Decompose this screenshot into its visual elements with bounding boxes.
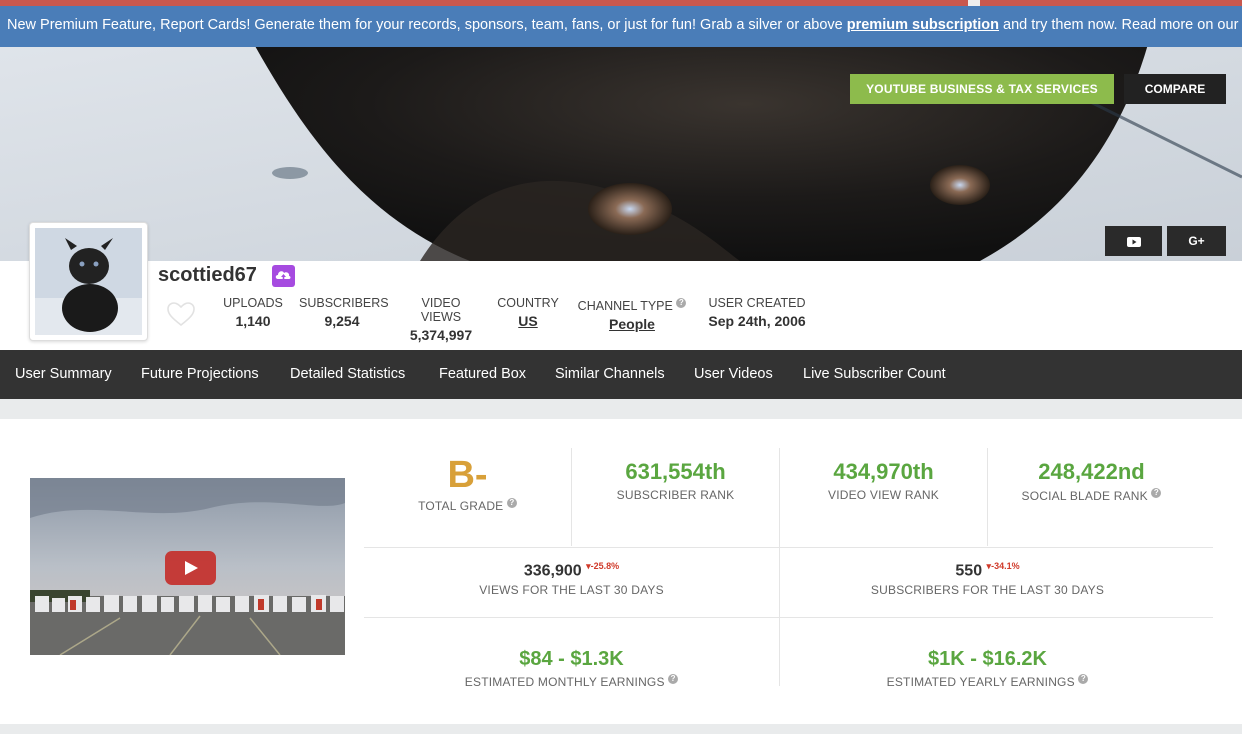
grade-value: B- (447, 454, 488, 496)
monthly-earnings-label: ESTIMATED MONTHLY EARNINGS (464, 675, 665, 689)
announcement-banner: New Premium Feature, Report Cards! Gener… (0, 6, 1242, 47)
compare-button[interactable]: COMPARE (1124, 74, 1226, 104)
estimated-monthly-earnings: $84 - $1.3K ESTIMATED MONTHLY EARNINGS ? (364, 648, 779, 689)
divider (364, 617, 1213, 618)
stat-label: VIDEO VIEWS (420, 296, 462, 324)
subscriber-rank: 631,554th SUBSCRIBER RANK (572, 459, 779, 502)
help-icon[interactable]: ? (676, 298, 687, 308)
help-icon[interactable]: ? (668, 674, 679, 684)
social-blade-rank: 248,422nd SOCIAL BLADE RANK ? (988, 459, 1195, 503)
help-icon[interactable]: ? (506, 498, 517, 508)
stat-value: Sep 24th, 2006 (708, 313, 806, 329)
subs-30-value: 550 (955, 562, 983, 580)
subs-30-change: -34.1% (991, 561, 1020, 571)
stat-label: COUNTRY (497, 296, 559, 310)
yearly-earnings-value: $1K - $16.2K (928, 648, 1047, 670)
heart-icon[interactable] (166, 300, 196, 328)
views-30-value: 336,900 (523, 562, 582, 580)
rank-label: SOCIAL BLADE RANK (1021, 489, 1148, 503)
video-view-rank: 434,970th VIDEO VIEW RANK (780, 459, 987, 502)
rank-value: 631,554th (625, 459, 726, 484)
stat-uploads: UPLOADS 1,140 (222, 296, 284, 329)
nav-detailed-statistics[interactable]: Detailed Statistics (290, 350, 405, 399)
nav-user-summary[interactable]: User Summary (15, 350, 112, 399)
subscribers-last-30-days: 550 ▾-34.1% SUBSCRIBERS FOR THE LAST 30 … (780, 561, 1195, 597)
views-30-label: VIEWS FOR THE LAST 30 DAYS (479, 583, 664, 598)
profile-nav: User Summary Future Projections Detailed… (0, 350, 1242, 399)
stat-label: CHANNEL TYPE (577, 299, 673, 314)
stat-user-created: USER CREATED Sep 24th, 2006 (703, 296, 811, 329)
rank-label: SUBSCRIBER RANK (616, 488, 735, 502)
estimated-yearly-earnings: $1K - $16.2K ESTIMATED YEARLY EARNINGS ? (780, 648, 1195, 689)
divider (364, 547, 1213, 548)
rank-label: VIDEO VIEW RANK (827, 488, 940, 502)
play-icon[interactable] (165, 551, 216, 585)
stat-country: COUNTRY US (496, 296, 560, 329)
nav-future-projections[interactable]: Future Projections (141, 350, 259, 399)
subs-30-label: SUBSCRIBERS FOR THE LAST 30 DAYS (870, 583, 1105, 598)
views-30-change: -25.8% (590, 561, 620, 571)
grade-label: TOTAL GRADE (418, 499, 504, 513)
rank-value: 434,970th (833, 459, 934, 484)
yearly-earnings-label: ESTIMATED YEARLY EARNINGS (886, 675, 1075, 689)
featured-video-thumbnail[interactable] (30, 478, 345, 655)
avatar (29, 222, 148, 341)
nav-featured-box[interactable]: Featured Box (439, 350, 526, 399)
stat-label: USER CREATED (708, 296, 806, 310)
cloud-upload-icon (272, 265, 295, 287)
premium-subscription-link[interactable]: premium subscription (847, 17, 999, 33)
google-plus-button[interactable]: G+ (1167, 226, 1226, 256)
stat-video-views: VIDEO VIEWS 5,374,997 (400, 296, 482, 343)
banner-text: New Premium Feature, Report Cards! Gener… (7, 17, 847, 33)
nav-live-subscriber-count[interactable]: Live Subscriber Count (803, 350, 946, 399)
stat-value: 5,374,997 (409, 327, 473, 343)
channel-username: scottied67 (158, 264, 257, 286)
channel-type-link[interactable]: People (574, 316, 690, 332)
banner-text-end: and try them now. Read more on our (999, 17, 1239, 33)
youtube-link-button[interactable] (1105, 226, 1162, 256)
youtube-business-services-button[interactable]: YOUTUBE BUSINESS & TAX SERVICES (850, 74, 1114, 104)
youtube-icon (1126, 236, 1141, 247)
stat-channel-type: CHANNEL TYPE ? People (574, 296, 690, 332)
monthly-earnings-value: $84 - $1.3K (519, 648, 624, 670)
stat-value: 1,140 (235, 313, 271, 329)
stat-label: UPLOADS (223, 296, 283, 310)
stat-subscribers: SUBSCRIBERS 9,254 (299, 296, 389, 329)
nav-similar-channels[interactable]: Similar Channels (555, 350, 665, 399)
country-link[interactable]: US (496, 313, 560, 329)
views-last-30-days: 336,900 ▾-25.8% VIEWS FOR THE LAST 30 DA… (364, 561, 779, 597)
stat-value: 9,254 (324, 313, 360, 329)
nav-user-videos[interactable]: User Videos (694, 350, 773, 399)
stat-label: SUBSCRIBERS (299, 296, 389, 310)
rank-value: 248,422nd (1038, 459, 1145, 484)
help-icon[interactable]: ? (1078, 674, 1089, 684)
total-grade: B- TOTAL GRADE ? (364, 455, 571, 513)
help-icon[interactable]: ? (1151, 488, 1162, 498)
